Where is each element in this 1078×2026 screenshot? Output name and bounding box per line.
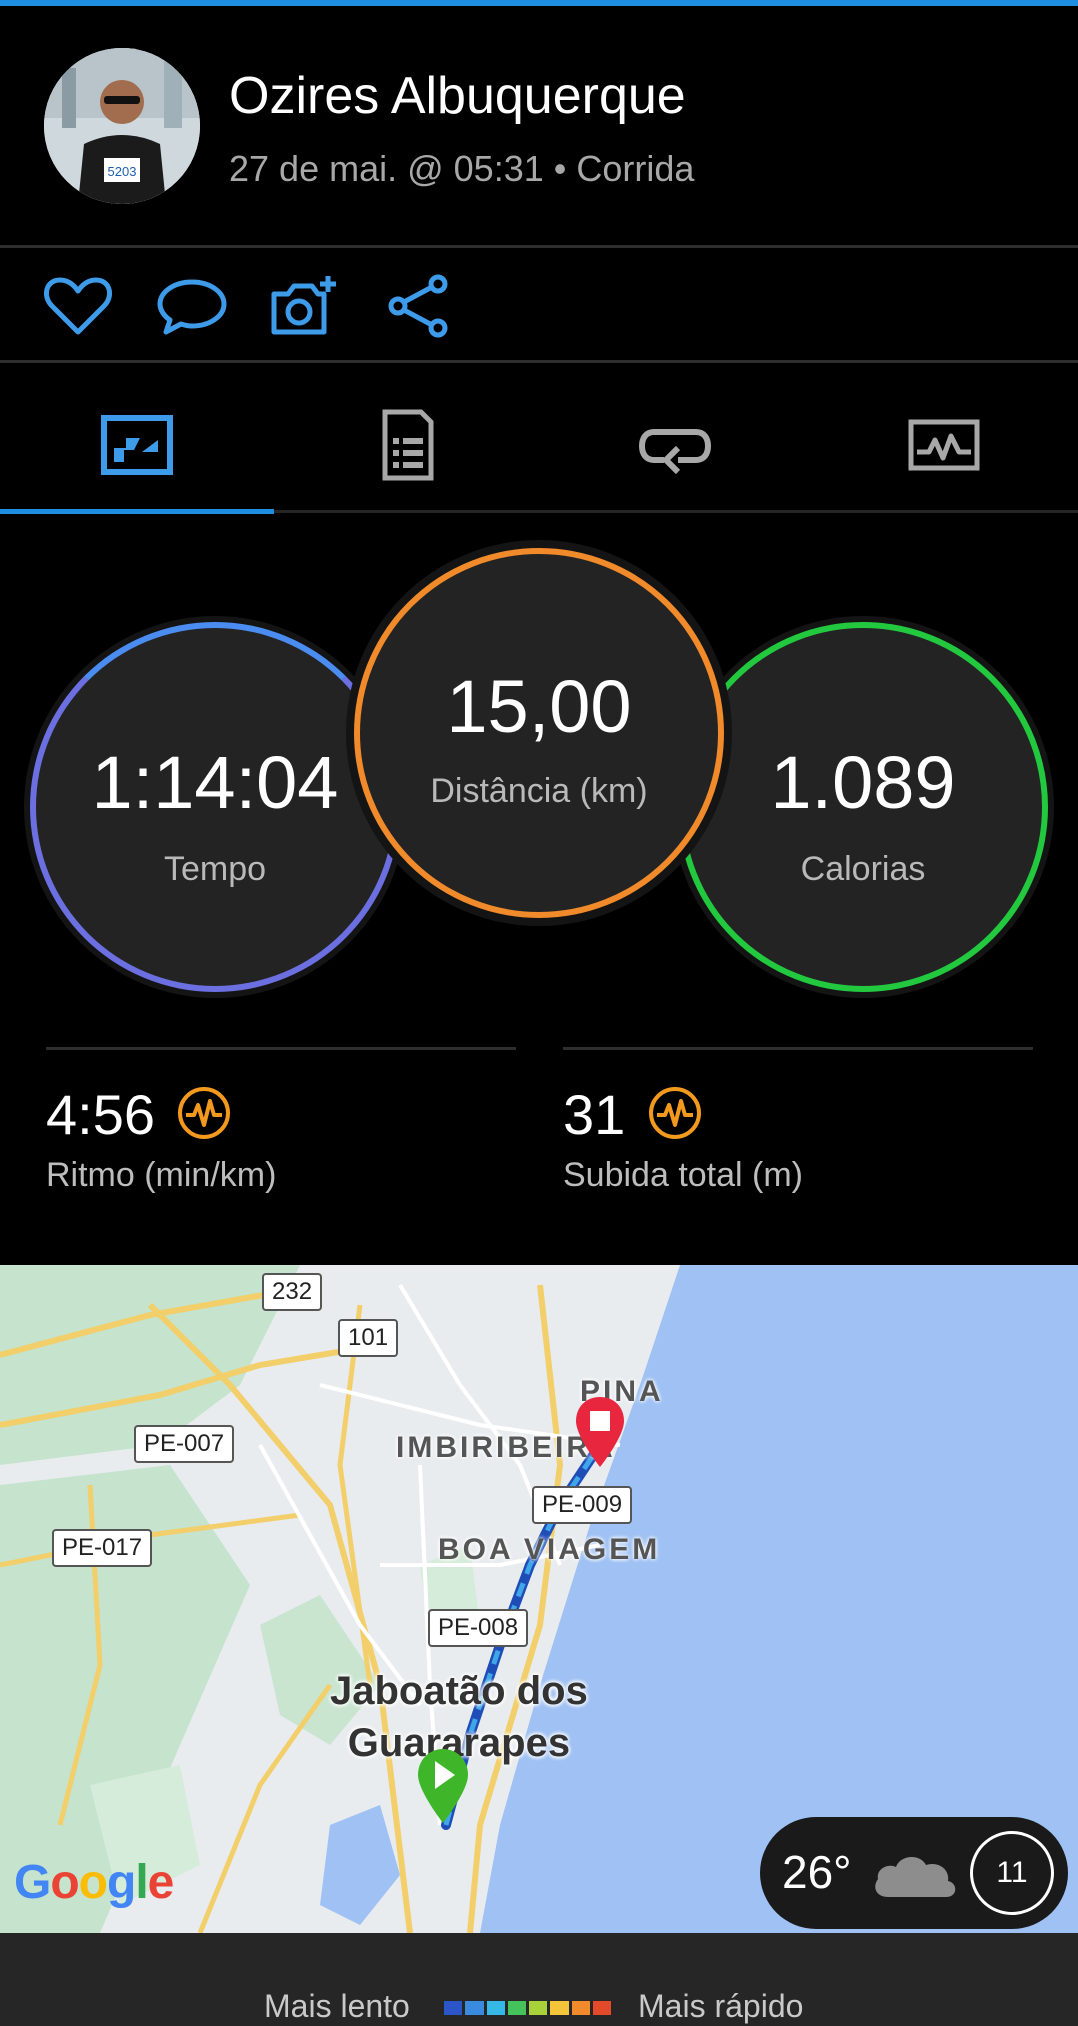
like-button[interactable] <box>40 272 116 340</box>
road-shield: 101 <box>338 1319 399 1357</box>
distance-stat: 15,00 Distância (km) <box>354 548 724 918</box>
road-shield: PE-007 <box>134 1425 235 1463</box>
laps-icon <box>638 429 711 475</box>
time-value: 1:14:04 <box>91 740 339 824</box>
time-stat: 1:14:04 Tempo <box>30 622 400 992</box>
comment-button[interactable] <box>154 272 230 340</box>
weather-widget[interactable]: 26° 11 <box>760 1817 1068 1929</box>
road-shield: PE-009 <box>532 1486 633 1524</box>
tab-laps[interactable] <box>540 380 809 510</box>
distance-value: 15,00 <box>446 664 632 748</box>
calories-value: 1.089 <box>770 740 956 824</box>
avatar-photo: 5203 <box>44 48 200 204</box>
city-label-line: Jaboatão dos <box>330 1669 588 1713</box>
cloud-icon <box>875 1856 956 1897</box>
effort-icon[interactable] <box>647 1085 703 1141</box>
share-icon <box>388 274 448 338</box>
tab-details[interactable] <box>271 380 540 510</box>
divider <box>0 245 1078 248</box>
pace-label: Ritmo (min/km) <box>46 1156 277 1194</box>
divider <box>46 1047 516 1050</box>
ascent-label: Subida total (m) <box>563 1156 803 1194</box>
effort-icon[interactable] <box>176 1085 232 1141</box>
comment-icon <box>157 279 227 335</box>
user-name[interactable]: Ozires Albuquerque <box>229 66 686 126</box>
divider <box>563 1047 1033 1050</box>
avatar-bib-number: 5203 <box>108 164 137 179</box>
wind-indicator: 11 <box>970 1831 1054 1915</box>
overview-icon <box>100 415 173 475</box>
details-icon <box>382 409 433 481</box>
divider <box>0 360 1078 363</box>
legend-slow-label: Mais lento <box>264 1988 410 2024</box>
finish-pin-icon[interactable] <box>572 1393 628 1469</box>
tab-overview[interactable] <box>2 380 271 510</box>
road-shield: 232 <box>262 1273 323 1311</box>
top-accent-bar <box>0 0 1078 6</box>
active-tab-indicator <box>0 509 274 514</box>
road-shield: PE-008 <box>428 1609 529 1647</box>
activity-meta: 27 de mai. @ 05:31 • Corrida <box>229 148 695 189</box>
legend-fast-label: Mais rápido <box>638 1988 804 2024</box>
legend-gradient <box>444 2001 614 2015</box>
calories-stat: 1.089 Calorias <box>678 622 1048 992</box>
avatar[interactable]: 5203 <box>44 48 200 204</box>
camera-add-icon <box>271 276 336 335</box>
heart-icon <box>43 277 113 335</box>
time-label: Tempo <box>163 849 267 888</box>
google-logo: Google <box>14 1856 174 1909</box>
tab-charts[interactable] <box>809 380 1078 510</box>
calories-label: Calorias <box>800 849 926 888</box>
start-pin-icon[interactable] <box>414 1745 472 1825</box>
area-label: BOA VIAGEM <box>438 1533 661 1566</box>
ascent-value: 31 <box>563 1083 626 1146</box>
distance-label: Distância (km) <box>430 771 648 810</box>
share-button[interactable] <box>380 272 456 340</box>
temperature: 26° <box>782 1846 852 1898</box>
charts-icon <box>908 419 979 471</box>
add-photo-button[interactable] <box>266 272 342 340</box>
pace-value: 4:56 <box>46 1083 155 1146</box>
road-shield: PE-017 <box>52 1529 153 1567</box>
